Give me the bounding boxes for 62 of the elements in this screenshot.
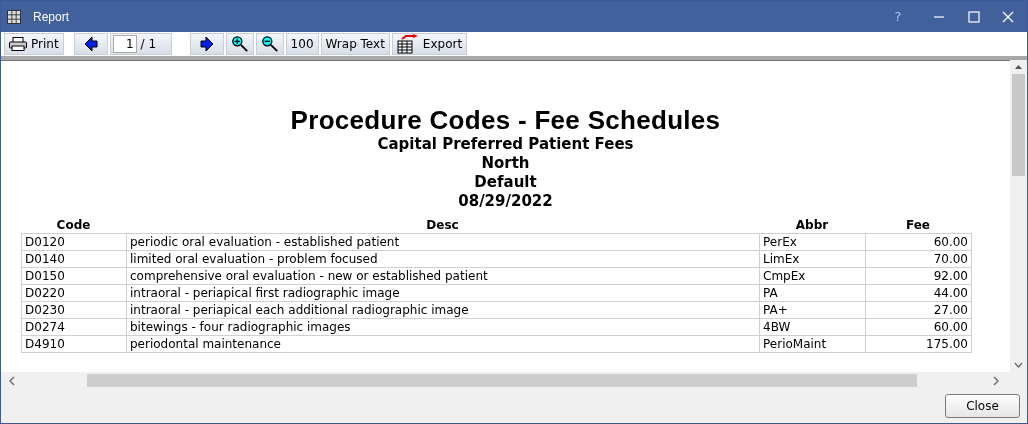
report-subtitle: Default: [474, 173, 537, 192]
zoom-in-icon: [230, 35, 249, 53]
table-cell: 4BW: [760, 319, 866, 336]
grid-icon: [7, 9, 21, 24]
window-title: Report: [33, 8, 70, 26]
scrollbar-thumb[interactable]: [87, 374, 917, 387]
table-cell: D0120: [22, 234, 127, 251]
close-button[interactable]: Close: [945, 394, 1020, 418]
report-subtitle: North: [481, 154, 530, 173]
report-title: Procedure Codes - Fee Schedules: [290, 105, 721, 135]
table-cell: periodontal maintenance: [127, 336, 760, 353]
table-cell: D0274: [22, 319, 127, 336]
column-header: Code: [55, 217, 92, 233]
print-button[interactable]: Print: [4, 33, 64, 55]
export-button[interactable]: Export: [391, 33, 468, 55]
column-header: Desc: [425, 217, 460, 233]
table-cell: 70.00: [866, 251, 972, 268]
right-arrow-icon: [199, 36, 214, 52]
maximize-icon[interactable]: [968, 10, 980, 23]
column-header: Fee: [905, 217, 931, 233]
help-button[interactable]: ?: [883, 6, 913, 27]
page-field[interactable]: 1: [112, 35, 137, 53]
zoom-out-button[interactable]: [255, 33, 284, 55]
table-cell: D4910: [22, 336, 127, 353]
table-cell: 60.00: [866, 234, 972, 251]
table-cell: comprehensive oral evaluation - new or established patient: [127, 268, 760, 285]
table-cell: 44.00: [866, 285, 972, 302]
printer-icon: [9, 37, 27, 51]
page-total: / 1: [140, 36, 157, 53]
table-cell: D0220: [22, 285, 127, 302]
table-cell: limited oral evaluation - problem focused: [127, 251, 760, 268]
scrollbar-thumb[interactable]: [1012, 74, 1025, 176]
table-cell: D0150: [22, 268, 127, 285]
report-subtitle: 08/29/2022: [458, 192, 553, 211]
zoom-out-icon: [260, 35, 279, 53]
left-arrow-icon: [83, 36, 98, 52]
wrap-text-button[interactable]: Wrap Text: [320, 33, 390, 55]
table-cell: 60.00: [866, 319, 972, 336]
zoom-in-button[interactable]: [225, 33, 254, 55]
table-cell: PerEx: [760, 234, 866, 251]
table-cell: CmpEx: [760, 268, 866, 285]
zoom-reset-button[interactable]: 100: [285, 33, 319, 55]
next-page-button[interactable]: [189, 33, 224, 55]
table-cell: 27.00: [866, 302, 972, 319]
table-cell: LimEx: [760, 251, 866, 268]
table-cell: intraoral - periapical first radiographic image: [127, 285, 760, 302]
report-subtitle: Capital Preferred Patient Fees: [377, 135, 634, 154]
table-cell: PA: [760, 285, 866, 302]
column-header: Abbr: [794, 217, 830, 233]
close-icon[interactable]: [1002, 10, 1014, 23]
table-cell: PA+: [760, 302, 866, 319]
table-cell: 92.00: [866, 268, 972, 285]
table-cell: intraoral - periapical each additional radiographic image: [127, 302, 760, 319]
previous-page-button[interactable]: [73, 33, 108, 55]
table-cell: PerioMaint: [760, 336, 866, 353]
table-cell: D0230: [22, 302, 127, 319]
scroll-right-icon[interactable]: [991, 375, 1001, 386]
scroll-left-icon[interactable]: [7, 375, 17, 386]
table-cell: 175.00: [866, 336, 972, 353]
table-cell: periodic oral evaluation - established patient: [127, 234, 760, 251]
table-cell: D0140: [22, 251, 127, 268]
table-cell: bitewings - four radiographic images: [127, 319, 760, 336]
